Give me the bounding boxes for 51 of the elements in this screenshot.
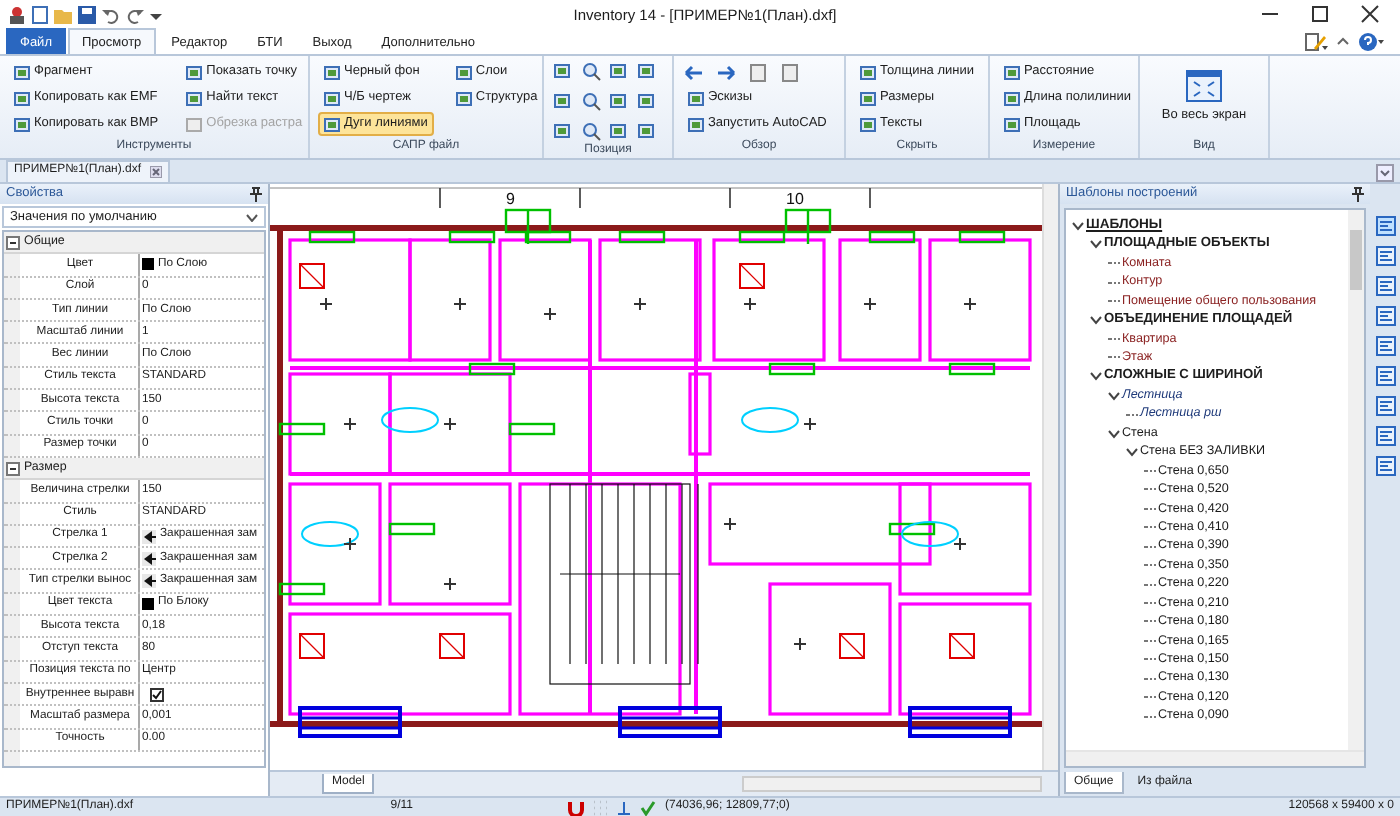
template-tool-icon[interactable] [1375,366,1395,386]
close-tab-icon[interactable] [149,166,162,178]
template-tool-icon[interactable] [1375,276,1395,296]
vertical-scrollbar[interactable] [1348,210,1364,750]
pin-icon[interactable] [1352,186,1364,202]
dropdown-caret-icon [246,213,258,221]
arrowhead-icon [142,551,156,566]
collapse-chevron-icon[interactable] [1070,217,1086,234]
template-tool-icon[interactable] [1375,246,1395,266]
redo-icon[interactable] [126,5,144,23]
collapse-chevron-icon[interactable] [1106,387,1122,404]
close-icon[interactable] [1360,4,1380,24]
collapse-chevron-icon[interactable] [1124,443,1140,460]
collapse-chevron-icon[interactable] [1088,368,1104,385]
document-pen-icon[interactable] [1304,31,1328,51]
forward-arrow-icon[interactable] [716,63,736,81]
template-tool-icon[interactable] [1375,336,1395,356]
back-arrow-icon[interactable] [684,63,704,81]
checked-checkbox[interactable] [150,687,164,702]
vertical-scrollbar[interactable] [1042,184,1058,770]
arrowhead-icon [142,529,156,543]
undo-icon[interactable] [102,5,120,23]
arrowhead-icon [142,574,156,589]
collapse-toggle-icon[interactable] [6,235,20,250]
template-tool-icon[interactable] [1375,456,1395,476]
horizontal-scrollbar[interactable] [742,776,1042,792]
template-tool-icon[interactable] [1375,396,1395,416]
fullscreen-icon [1186,69,1222,102]
collapse-toggle-icon[interactable] [6,461,20,476]
zoom-icon[interactable] [582,92,602,112]
check-icon[interactable] [640,799,657,815]
help-icon[interactable] [1358,31,1384,51]
maximize-icon[interactable] [1310,4,1330,24]
collapse-chevron-icon[interactable] [1088,236,1104,253]
panel-menu-icon[interactable] [1376,164,1394,182]
axis-label: 10 [786,190,804,208]
template-tool-icon[interactable] [1375,306,1395,326]
horizontal-scrollbar[interactable] [1066,750,1364,766]
save-icon[interactable] [78,5,96,23]
template-tool-icon[interactable] [1375,216,1395,236]
axis-label: 9 [506,190,515,208]
collapse-chevron-icon[interactable] [1088,311,1104,328]
template-tool-icon[interactable] [1375,426,1395,446]
perpendicular-icon[interactable] [616,799,633,815]
zoom-icon[interactable] [582,62,602,82]
pin-icon[interactable] [250,186,262,202]
zoom-icon[interactable] [582,122,602,142]
magnet-icon[interactable] [568,799,585,815]
new-file-icon[interactable] [32,5,48,23]
collapse-chevron-icon[interactable] [1106,425,1122,442]
app-logo-icon [8,5,26,23]
